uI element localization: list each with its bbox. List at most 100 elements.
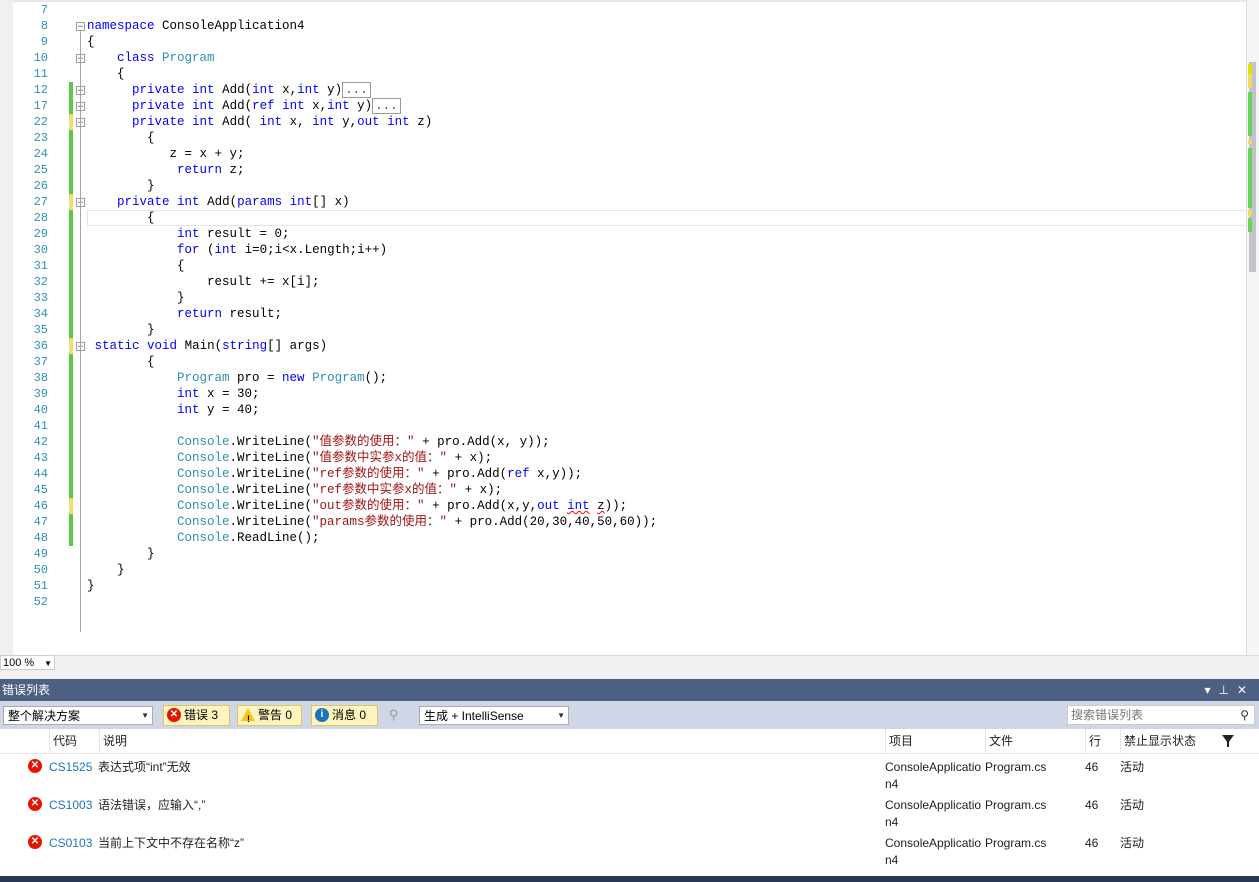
search-placeholder: 搜索错误列表 [1071,708,1144,722]
clear-filter-icon[interactable]: ⚲ [389,707,399,723]
code-line[interactable]: private int Add( int x, int y,out int z) [87,114,432,130]
change-mark [1248,210,1252,216]
code-line[interactable]: { [87,130,155,146]
change-indicator [69,386,73,402]
code-token: .WriteLine( [229,435,313,449]
code-token: .WriteLine( [229,483,313,497]
header-line[interactable]: 行 [1085,729,1120,753]
code-token: class [117,51,155,65]
header-icon-col[interactable] [0,729,49,753]
change-indicator [69,530,73,546]
code-line[interactable]: Console.WriteLine("ref参数的使用：" + pro.Add(… [87,466,582,482]
code-line[interactable]: int x = 30; [87,386,260,402]
code-line[interactable]: { [87,354,155,370]
collapsed-block[interactable]: ... [372,98,401,114]
scope-value: 整个解决方案 [8,709,81,723]
code-line[interactable]: } [87,290,185,306]
error-row[interactable]: ✕ CS1525 表达式项“int”无效 ConsoleApplication4 Pro… [0,754,1259,792]
code-line[interactable]: Console.WriteLine("out参数的使用：" + pro.Add(… [87,498,627,514]
error-code-link[interactable]: CS0103 [49,835,92,851]
error-code-link[interactable]: CS1525 [49,759,92,775]
filter-icon[interactable] [1222,735,1234,747]
code-line[interactable]: result += x[i]; [87,274,320,290]
dropdown-icon[interactable]: ▾ [1204,683,1218,697]
code-line[interactable]: { [87,66,125,82]
code-token: { [87,131,155,145]
header-project[interactable]: 项目 [885,729,985,753]
warnings-filter-button[interactable]: ! 警告 0 [237,705,302,726]
code-editor[interactable]: 78−namespace ConsoleApplication49{10− cl… [0,0,1259,655]
code-line[interactable]: } [87,178,155,194]
error-line: 46 [1085,798,1099,812]
header-file[interactable]: 文件 [985,729,1085,753]
code-line[interactable]: namespace ConsoleApplication4 [87,18,305,34]
header-desc[interactable]: 说明 [99,729,885,753]
collapsed-block[interactable]: ... [342,82,371,98]
error-icon: ✕ [28,759,42,773]
code-line[interactable]: int y = 40; [87,402,260,418]
code-line[interactable]: private int Add(int x,int y)... [87,82,371,98]
code-line[interactable]: z = x + y; [87,146,245,162]
line-number: 22 [33,115,48,129]
line-number: 49 [33,547,48,561]
code-line[interactable]: return result; [87,306,282,322]
messages-filter-button[interactable]: i 消息 0 [311,705,378,726]
error-row[interactable]: ✕ CS0103 当前上下文中不存在名称“z” ConsoleApplication4… [0,830,1259,868]
line-number: 12 [33,83,48,97]
code-token: y, [334,115,358,129]
chevron-down-icon: ▼ [141,711,149,720]
zoom-select[interactable]: 100 % ▼ [0,655,55,670]
code-line[interactable]: Console.WriteLine("值参数中实参x的值：" + x); [87,450,492,466]
code-line[interactable]: int result = 0; [87,226,290,242]
line-number: 47 [33,515,48,529]
change-indicator [69,514,73,530]
pin-icon[interactable]: ⊥ [1218,683,1236,697]
scope-select[interactable]: 整个解决方案 ▼ [3,706,153,725]
line-number: 40 [33,403,48,417]
code-line[interactable]: } [87,546,155,562]
code-line[interactable]: private int Add(ref int x,int y)... [87,98,401,114]
code-token: int [282,99,305,113]
code-line[interactable]: class Program [87,50,215,66]
code-line[interactable]: } [87,578,95,594]
errors-filter-button[interactable]: ✕ 错误 3 [163,705,230,726]
code-line[interactable]: } [87,562,125,578]
code-line[interactable]: static void Main(string[] args) [87,338,328,354]
panel-splitter[interactable] [0,671,1259,679]
code-line[interactable]: private int Add(params int[] x) [87,194,350,210]
code-line[interactable]: Program pro = new Program(); [87,370,387,386]
vertical-scrollbar[interactable] [1246,0,1259,655]
code-line[interactable]: } [87,322,155,338]
code-token: z) [409,115,433,129]
code-token: int [387,115,410,129]
code-line[interactable]: Console.WriteLine("params参数的使用：" + pro.A… [87,514,657,530]
error-row[interactable]: ✕ CS1003 语法错误，应输入“,” ConsoleApplication4 Pro… [0,792,1259,830]
code-token: int [192,99,215,113]
code-line[interactable]: Console.WriteLine("ref参数中实参x的值：" + x); [87,482,502,498]
change-indicator [69,402,73,418]
close-icon[interactable]: ✕ [1237,683,1255,697]
code-line[interactable]: { [87,258,185,274]
error-code-link[interactable]: CS1003 [49,797,92,813]
code-token: x, [282,115,313,129]
code-line[interactable]: for (int i=0;i<x.Length;i++) [87,242,387,258]
code-line[interactable]: return z; [87,162,245,178]
code-line[interactable]: { [87,210,155,226]
build-filter-select[interactable]: 生成 + IntelliSense ▼ [419,706,569,725]
error-file: Program.cs [985,798,1047,812]
code-line[interactable]: Console.WriteLine("值参数的使用：" + pro.Add(x,… [87,434,550,450]
build-filter-value: 生成 + IntelliSense [424,709,524,723]
code-token: Console [177,435,230,449]
editor-hscroll-bar[interactable] [0,655,1259,672]
search-errors-input[interactable]: 搜索错误列表 ⚲ [1067,705,1255,725]
header-code[interactable]: 代码 [49,729,99,753]
code-line[interactable]: Console.ReadLine(); [87,530,320,546]
line-number: 34 [33,307,48,321]
code-line[interactable]: { [87,34,95,50]
outline-guide [80,206,81,328]
